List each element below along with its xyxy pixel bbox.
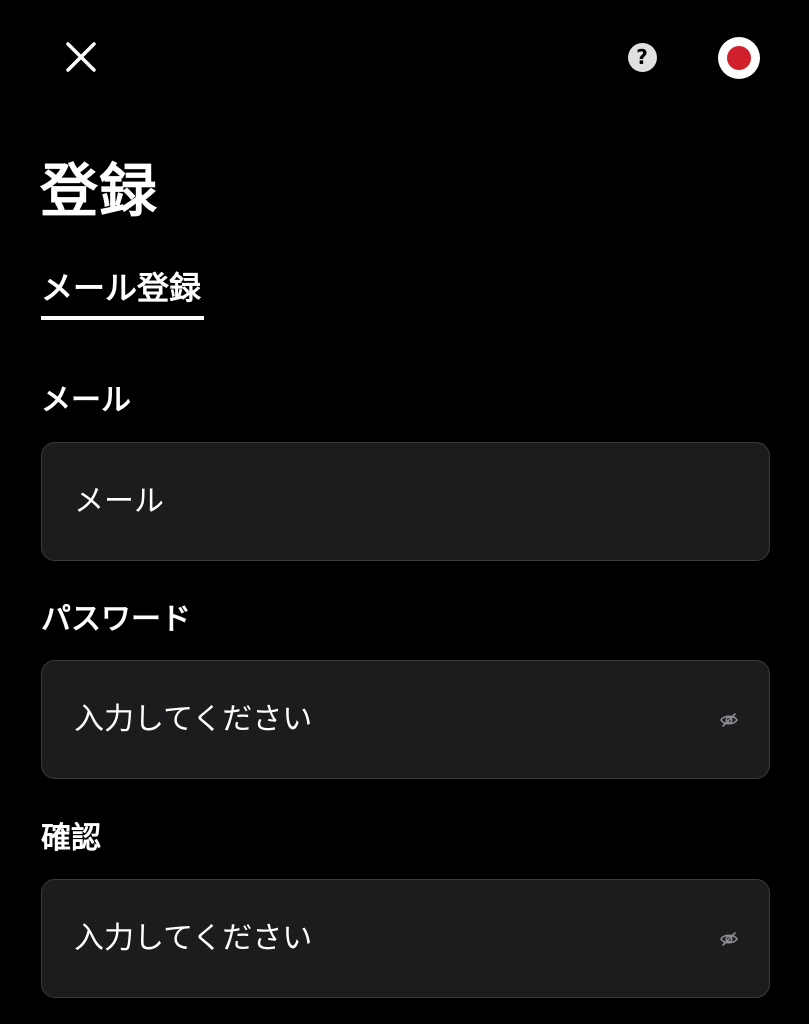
password-field-container (41, 660, 770, 779)
top-bar: ? (0, 0, 809, 116)
email-label: メール (41, 383, 131, 418)
confirm-field-container (41, 879, 770, 998)
confirm-label: 確認 (41, 821, 101, 856)
close-button[interactable] (52, 28, 110, 86)
tab-email-registration[interactable]: メール登録 (41, 266, 201, 318)
confirm-visibility-toggle[interactable] (717, 927, 741, 951)
help-icon: ? (627, 42, 657, 72)
confirm-password-input[interactable] (74, 880, 674, 997)
password-visibility-toggle[interactable] (717, 708, 741, 732)
page-title: 登録 (40, 157, 159, 225)
email-input[interactable] (74, 443, 674, 560)
password-label: パスワード (41, 602, 191, 637)
record-icon (727, 46, 751, 70)
close-icon (66, 42, 96, 72)
password-input[interactable] (74, 661, 674, 778)
eye-off-icon (720, 712, 738, 727)
tab-active-indicator (41, 316, 204, 320)
record-button[interactable] (718, 37, 760, 79)
help-button[interactable]: ? (624, 39, 660, 75)
email-field-container (41, 442, 770, 561)
eye-off-icon (720, 931, 738, 946)
